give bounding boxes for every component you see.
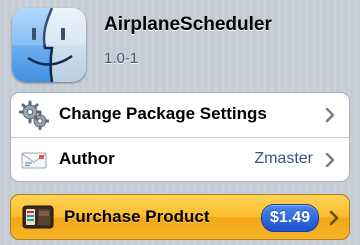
- chevron-right-icon: [325, 107, 335, 123]
- chevron-right-icon: [325, 152, 335, 168]
- mail-icon: [19, 145, 49, 175]
- chevron-right-icon: [329, 210, 339, 226]
- app-version: 1.0-1: [104, 50, 139, 67]
- author-value: Zmaster: [254, 150, 313, 167]
- app-name: AirplaneScheduler: [104, 14, 272, 35]
- author-label: Author: [59, 149, 115, 168]
- price-badge: $1.49: [260, 204, 319, 232]
- settings-group: Change Package Settings Author Zmaster: [10, 92, 350, 182]
- finder-face-icon: [12, 8, 86, 82]
- wallet-icon: [21, 202, 55, 232]
- package-header: AirplaneScheduler 1.0-1: [0, 0, 360, 92]
- change-package-settings-row[interactable]: Change Package Settings: [11, 93, 349, 137]
- author-row[interactable]: Author Zmaster: [11, 137, 349, 181]
- purchase-product-button[interactable]: Purchase Product $1.49: [10, 194, 350, 240]
- purchase-product-label: Purchase Product: [64, 207, 210, 226]
- gears-icon: [18, 100, 50, 131]
- change-package-settings-label: Change Package Settings: [59, 104, 267, 123]
